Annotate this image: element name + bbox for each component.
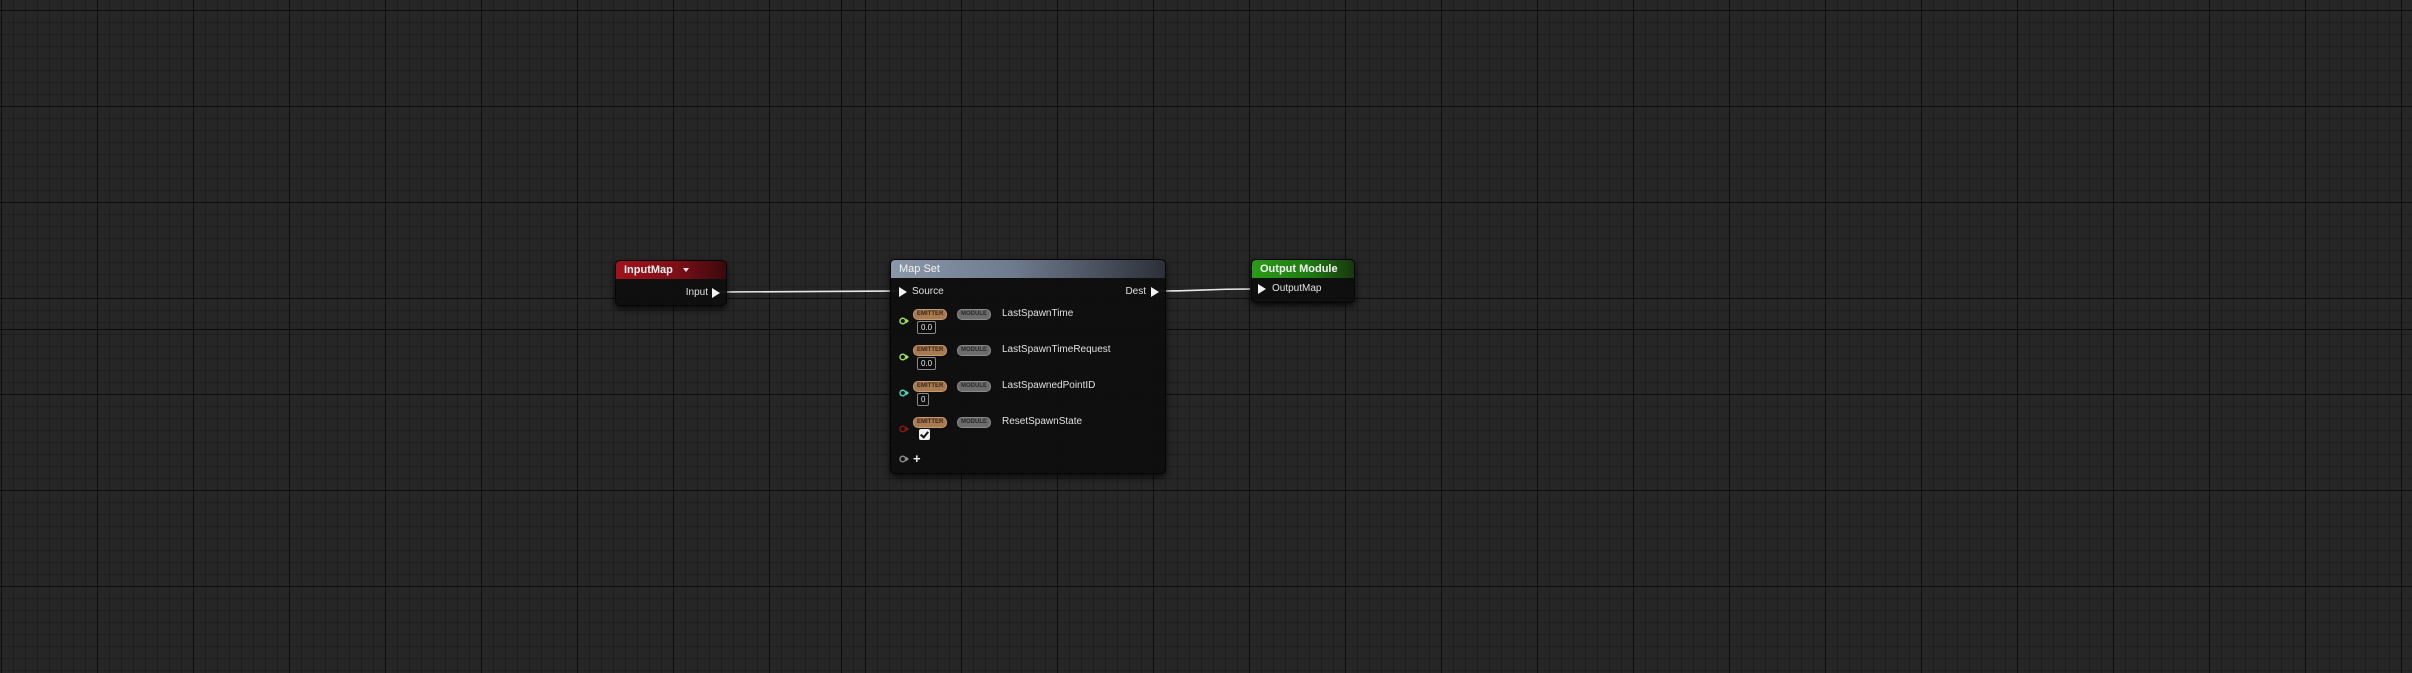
chevron-down-icon[interactable] <box>683 268 689 272</box>
param-name: LastSpawnedPointID <box>1002 380 1096 391</box>
input-map-node[interactable]: InputMap Input <box>615 260 727 306</box>
param-name: ResetSpawnState <box>1002 416 1083 427</box>
reset-spawn-state-checkbox[interactable] <box>919 429 930 440</box>
source-exec-pin-icon[interactable] <box>899 287 907 297</box>
module-namespace-tag: MODULE <box>957 345 991 356</box>
output-module-node-title: Output Module <box>1260 263 1338 275</box>
float-value-input[interactable]: 0.0 <box>917 357 937 370</box>
emitter-namespace-tag: EMITTER <box>913 309 948 320</box>
emitter-namespace-tag: EMITTER <box>913 381 948 392</box>
input-exec-pin-icon[interactable] <box>712 288 720 298</box>
module-namespace-tag: MODULE <box>957 309 991 320</box>
map-set-node[interactable]: Map Set Source Dest EMITTER MODULE LastS… <box>890 259 1166 474</box>
float-pin-icon[interactable] <box>899 317 909 325</box>
module-namespace-tag: MODULE <box>957 417 991 428</box>
outputmap-exec-pin-icon[interactable] <box>1258 284 1266 294</box>
output-module-node-header[interactable]: Output Module <box>1252 260 1354 278</box>
add-pin-icon[interactable] <box>899 455 909 463</box>
dest-exec-pin-icon[interactable] <box>1151 287 1159 297</box>
input-map-node-header[interactable]: InputMap <box>616 261 726 279</box>
param-name: LastSpawnTimeRequest <box>1002 344 1111 355</box>
map-set-node-title: Map Set <box>899 263 940 275</box>
outputmap-pin-label: OutputMap <box>1272 283 1322 294</box>
map-set-node-header[interactable]: Map Set <box>891 260 1165 278</box>
module-namespace-tag: MODULE <box>957 381 991 392</box>
wire-input-to-source[interactable] <box>719 290 899 293</box>
wires-layer <box>719 288 1251 293</box>
emitter-namespace-tag: EMITTER <box>913 345 948 356</box>
float-value-input[interactable]: 0.0 <box>917 321 937 334</box>
wire-dest-to-outputmap[interactable] <box>1157 288 1251 292</box>
input-map-node-title: InputMap <box>624 264 673 276</box>
bool-pin-icon[interactable] <box>899 425 909 433</box>
param-name: LastSpawnTime <box>1002 308 1074 319</box>
emitter-namespace-tag: EMITTER <box>913 417 948 428</box>
graph-canvas[interactable]: InputMap Input Map Set Source Dest EMITT… <box>0 0 2412 673</box>
float-pin-icon[interactable] <box>899 353 909 361</box>
dest-pin-label: Dest <box>1125 286 1146 297</box>
output-module-node[interactable]: Output Module OutputMap <box>1251 259 1355 303</box>
plus-icon[interactable]: + <box>913 452 921 465</box>
int-pin-icon[interactable] <box>899 389 909 397</box>
int-value-input[interactable]: 0 <box>917 393 930 406</box>
input-pin-label: Input <box>685 287 708 298</box>
source-pin-label: Source <box>912 286 944 297</box>
